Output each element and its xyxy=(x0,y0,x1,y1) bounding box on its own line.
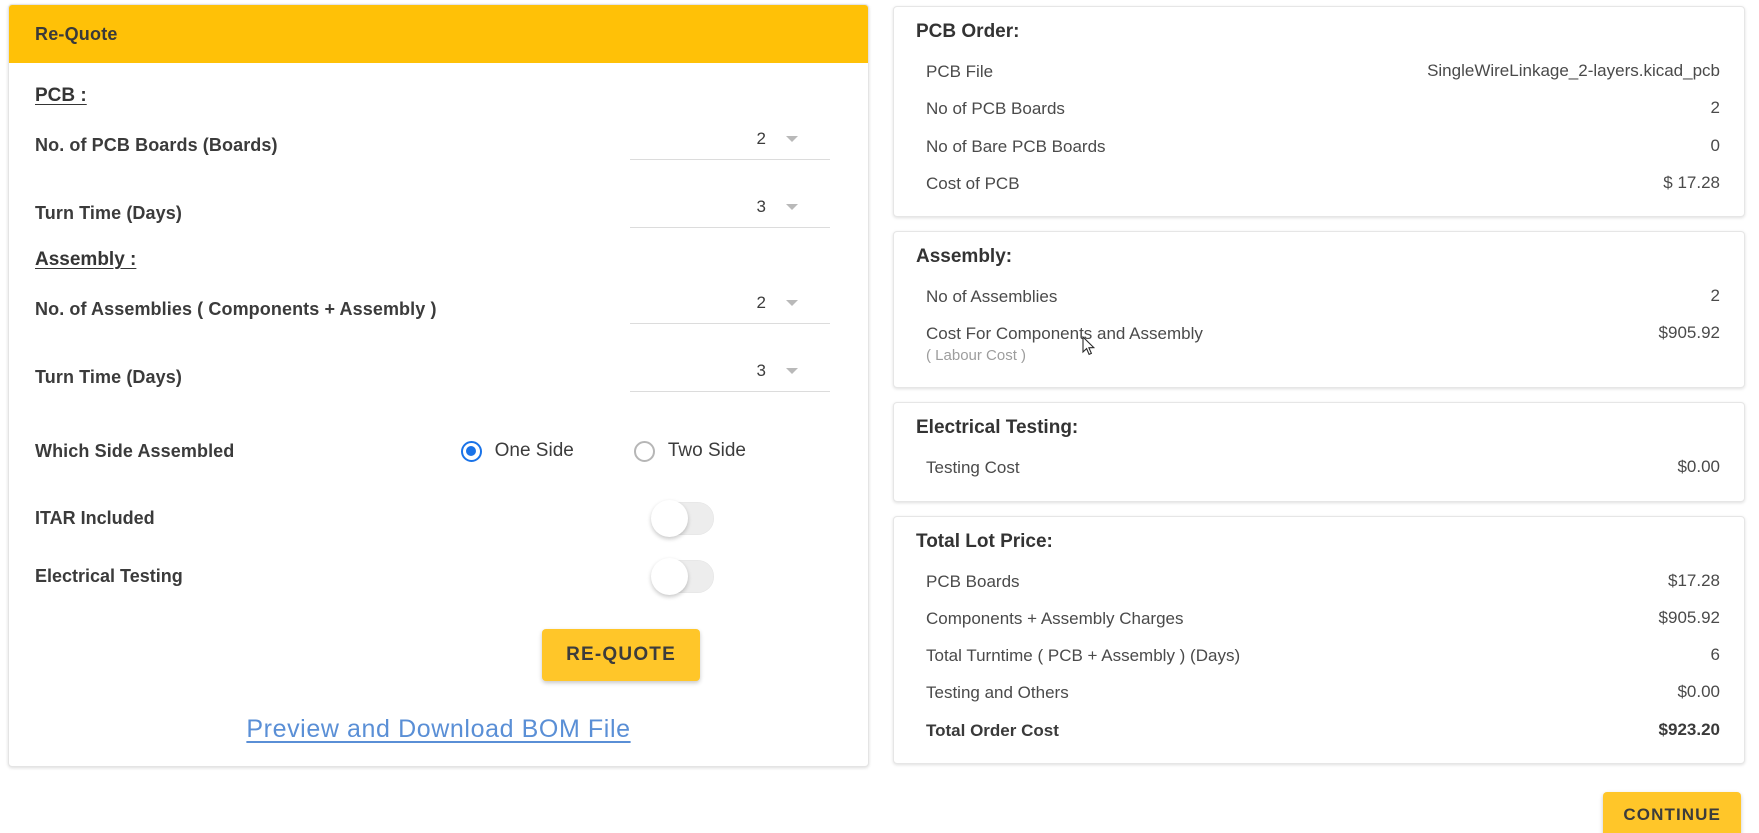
field-pcb-turntime: Turn Time (Days) 3 xyxy=(35,181,842,249)
which-side-radio-group: One Side Two Side xyxy=(460,440,842,462)
radio-one-side[interactable]: One Side xyxy=(460,440,574,462)
pcb-order-title: PCB Order: xyxy=(916,21,1020,42)
row-value: 2 xyxy=(1710,98,1720,118)
electrical-testing-label: Electrical Testing xyxy=(35,565,183,586)
continue-button[interactable]: CONTINUE xyxy=(1603,791,1741,833)
row-value: 2 xyxy=(1710,286,1720,305)
requote-button[interactable]: RE-QUOTE xyxy=(542,629,700,681)
field-electrical-testing: Electrical Testing xyxy=(35,547,842,605)
table-row: No of Bare PCB Boards 0 xyxy=(916,128,1722,165)
radio-two-side[interactable]: Two Side xyxy=(633,440,746,462)
assemblies-value: 2 xyxy=(756,293,766,312)
row-label: Cost of PCB xyxy=(926,173,1020,193)
requote-title: Re-Quote xyxy=(35,23,118,44)
row-value: $ 17.28 xyxy=(1663,172,1720,192)
field-itar-included: ITAR Included xyxy=(35,489,842,547)
pcb-turntime-label: Turn Time (Days) xyxy=(35,203,182,223)
pcb-order-card: PCB Order: PCB File SingleWireLinkage_2-… xyxy=(893,6,1745,217)
electrical-testing-title: Electrical Testing: xyxy=(916,417,1079,439)
total-lot-price-card: Total Lot Price: PCB Boards $17.28 Compo… xyxy=(893,515,1745,764)
quote-page: Re-Quote PCB : No. of PCB Boards (Boards… xyxy=(0,0,1759,833)
assemblies-select[interactable]: 2 xyxy=(630,277,830,324)
row-label: Components + Assembly Charges xyxy=(926,608,1184,628)
table-row: Total Turntime ( PCB + Assembly ) (Days)… xyxy=(916,637,1722,674)
requote-header: Re-Quote xyxy=(9,5,868,63)
pcb-boards-value: 2 xyxy=(756,129,766,148)
row-label: No of Bare PCB Boards xyxy=(926,136,1106,156)
chevron-down-icon xyxy=(786,136,798,142)
row-label-text: Cost For Components and Assembly xyxy=(926,324,1203,344)
assemblies-label: No. of Assemblies ( Components + Assembl… xyxy=(35,299,437,319)
table-row: PCB Boards $17.28 xyxy=(916,563,1722,600)
radio-two-side-label: Two Side xyxy=(667,440,746,461)
row-value: $905.92 xyxy=(1658,607,1720,627)
row-value: $17.28 xyxy=(1668,570,1720,590)
row-label: PCB Boards xyxy=(926,571,1020,591)
preview-download-bom-link[interactable]: Preview and Download BOM File xyxy=(246,715,630,744)
field-which-side-assembled: Which Side Assembled One Side Two Side xyxy=(35,413,842,489)
row-label: Testing and Others xyxy=(926,683,1069,703)
row-label: PCB File xyxy=(926,62,994,81)
row-value: $0.00 xyxy=(1677,682,1720,702)
chevron-down-icon xyxy=(786,368,798,374)
row-label-subtext: ( Labour Cost ) xyxy=(926,346,1027,364)
row-value: SingleWireLinkage_2-layers.kicad_pcb xyxy=(1427,61,1720,80)
chevron-down-icon xyxy=(786,204,798,210)
electrical-testing-card: Electrical Testing: Testing Cost $0.00 xyxy=(893,402,1745,502)
chevron-down-icon xyxy=(786,300,798,306)
radio-unselected-icon xyxy=(633,440,655,462)
assembly-turntime-label: Turn Time (Days) xyxy=(35,367,182,387)
assembly-turntime-select[interactable]: 3 xyxy=(630,345,830,392)
row-label: No of PCB Boards xyxy=(926,99,1065,119)
table-row: Cost For Components and Assembly ( Labou… xyxy=(916,315,1722,373)
which-side-label: Which Side Assembled xyxy=(35,440,235,461)
requote-form: PCB : No. of PCB Boards (Boards) 2 Turn … xyxy=(9,63,868,744)
assembly-card: Assembly: No of Assemblies 2 Cost For Co… xyxy=(893,231,1745,389)
row-value: $905.92 xyxy=(1658,323,1720,343)
row-value: $923.20 xyxy=(1658,719,1720,739)
continue-button-row: CONTINUE xyxy=(893,778,1745,833)
field-pcb-boards: No. of PCB Boards (Boards) 2 xyxy=(35,113,842,181)
row-label: Testing Cost xyxy=(926,458,1020,478)
pcb-boards-label: No. of PCB Boards (Boards) xyxy=(35,135,278,155)
bom-link-row: Preview and Download BOM File xyxy=(35,681,842,744)
pcb-boards-select[interactable]: 2 xyxy=(630,113,830,160)
row-value: 6 xyxy=(1710,645,1720,664)
assembly-title: Assembly: xyxy=(916,246,1013,267)
row-value: 0 xyxy=(1710,135,1720,155)
field-assembly-turntime: Turn Time (Days) 3 xyxy=(35,345,842,413)
row-label: Cost For Components and Assembly ( Labou… xyxy=(926,323,1203,365)
table-row: No of PCB Boards 2 xyxy=(916,90,1722,127)
table-row: Testing Cost $0.00 xyxy=(916,449,1722,486)
pcb-turntime-select[interactable]: 3 xyxy=(630,181,830,228)
radio-selected-icon xyxy=(460,440,482,462)
field-assemblies: No. of Assemblies ( Components + Assembl… xyxy=(35,277,842,345)
assembly-turntime-value: 3 xyxy=(756,361,766,380)
row-label: No of Assemblies xyxy=(926,287,1058,306)
row-label: Total Order Cost xyxy=(926,720,1059,740)
pcb-turntime-value: 3 xyxy=(756,197,766,216)
table-row: Components + Assembly Charges $905.92 xyxy=(916,600,1722,637)
row-value: $0.00 xyxy=(1677,457,1720,477)
table-row: Cost of PCB $ 17.28 xyxy=(916,165,1722,202)
toggle-knob-icon xyxy=(651,557,688,595)
requote-panel: Re-Quote PCB : No. of PCB Boards (Boards… xyxy=(8,4,869,767)
order-summary-panel: PCB Order: PCB File SingleWireLinkage_2-… xyxy=(893,4,1745,833)
itar-toggle[interactable] xyxy=(651,499,714,537)
radio-one-side-label: One Side xyxy=(494,440,574,461)
requote-button-row: RE-QUOTE xyxy=(35,605,842,681)
table-row-total: Total Order Cost $923.20 xyxy=(916,712,1722,749)
total-lot-price-title: Total Lot Price: xyxy=(916,530,1053,552)
electrical-testing-toggle[interactable] xyxy=(651,557,714,595)
itar-label: ITAR Included xyxy=(35,507,155,528)
assembly-section-heading: Assembly : xyxy=(35,249,137,270)
table-row: PCB File SingleWireLinkage_2-layers.kica… xyxy=(916,53,1722,90)
table-row: No of Assemblies 2 xyxy=(916,278,1722,315)
table-row: Testing and Others $0.00 xyxy=(916,674,1722,711)
pcb-section-heading: PCB : xyxy=(35,85,87,106)
toggle-knob-icon xyxy=(651,499,688,537)
row-label: Total Turntime ( PCB + Assembly ) (Days) xyxy=(926,646,1241,665)
